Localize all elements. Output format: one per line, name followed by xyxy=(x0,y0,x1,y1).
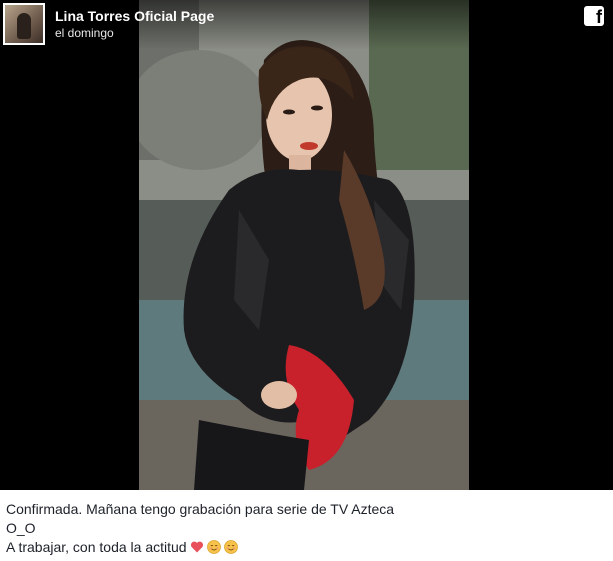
facebook-icon[interactable]: f xyxy=(584,6,604,26)
page-name[interactable]: Lina Torres Oficial Page xyxy=(55,8,214,24)
portrait-illustration xyxy=(139,0,469,490)
caption-line: Confirmada. Mañana tengo grabación para … xyxy=(6,501,395,517)
post-header: Lina Torres Oficial Page el domingo f xyxy=(0,0,613,50)
page-avatar[interactable] xyxy=(3,3,45,45)
caption-line: O_O xyxy=(6,520,36,536)
facebook-post: Lina Torres Oficial Page el domingo f Co… xyxy=(0,0,613,561)
post-timestamp[interactable]: el domingo xyxy=(55,26,114,40)
post-media[interactable]: Lina Torres Oficial Page el domingo f xyxy=(0,0,613,490)
post-caption: Confirmada. Mañana tengo grabación para … xyxy=(6,500,606,559)
heart-emoji xyxy=(190,540,204,559)
caption-line-with-emojis: A trabajar, con toda la actitud xyxy=(6,538,606,559)
caption-line: A trabajar, con toda la actitud xyxy=(6,539,187,555)
blush-emoji xyxy=(223,540,238,559)
post-photo[interactable] xyxy=(139,0,469,490)
blush-emoji xyxy=(206,540,221,559)
